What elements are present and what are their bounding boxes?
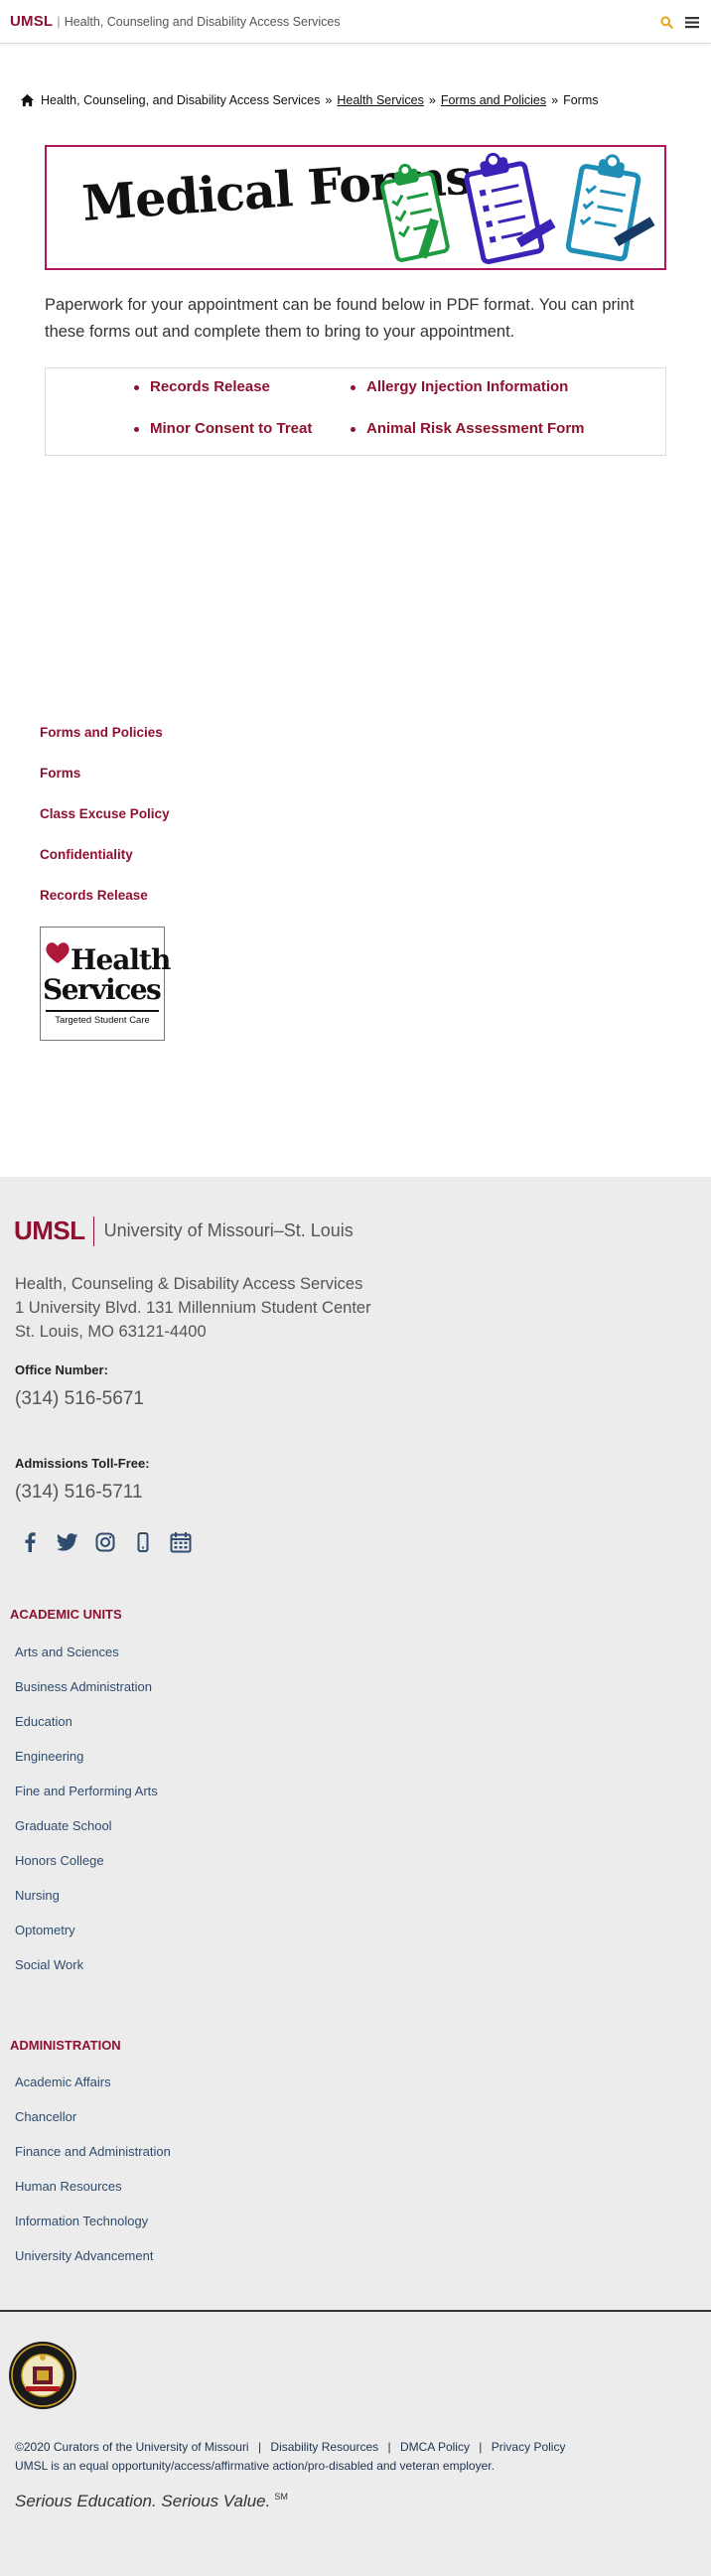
site-footer: UMSL University of Missouri–St. Louis He… bbox=[0, 1177, 711, 2576]
legal-separator: | bbox=[479, 2440, 483, 2454]
service-mark: SM bbox=[274, 2492, 288, 2503]
forms-list: Records Release Allergy Injection Inform… bbox=[45, 367, 666, 456]
social-links bbox=[18, 1530, 193, 1554]
university-seal-icon bbox=[9, 2342, 76, 2409]
administration-link[interactable]: Human Resources bbox=[15, 2178, 171, 2213]
header-actions bbox=[657, 13, 701, 31]
facebook-icon[interactable] bbox=[18, 1530, 42, 1554]
form-link-records-release[interactable]: Records Release bbox=[134, 378, 270, 395]
form-link-allergy-injection[interactable]: Allergy Injection Information bbox=[350, 378, 568, 395]
administration-link[interactable]: Finance and Administration bbox=[15, 2143, 171, 2178]
legal-links-row: ©2020 Curators of the University of Miss… bbox=[15, 2436, 565, 2458]
academic-units-list: Arts and Sciences Business Administratio… bbox=[15, 1644, 158, 1991]
instagram-icon[interactable] bbox=[93, 1530, 117, 1554]
breadcrumb-separator: » bbox=[325, 93, 333, 107]
intro-paragraph: Paperwork for your appointment can be fo… bbox=[45, 296, 635, 341]
logo-rule bbox=[46, 1010, 159, 1012]
slogan-text: Serious Education. Serious Value. bbox=[15, 2492, 271, 2510]
academic-unit-link[interactable]: Graduate School bbox=[15, 1817, 158, 1852]
logo-tagline: Targeted Student Care bbox=[55, 1015, 150, 1026]
administration-link[interactable]: Academic Affairs bbox=[15, 2074, 171, 2108]
administration-link[interactable]: Information Technology bbox=[15, 2213, 171, 2247]
form-link-animal-risk[interactable]: Animal Risk Assessment Form bbox=[351, 420, 585, 437]
legal-separator: | bbox=[257, 2440, 262, 2454]
hamburger-menu-icon[interactable] bbox=[683, 13, 701, 31]
address-line-3: St. Louis, MO 63121-4400 bbox=[15, 1323, 207, 1341]
academic-unit-link[interactable]: Arts and Sciences bbox=[15, 1644, 158, 1678]
logo-word-health: Health bbox=[71, 943, 171, 976]
dmca-policy-link[interactable]: DMCA Policy bbox=[400, 2440, 470, 2454]
breadcrumb-home-link[interactable]: Health, Counseling, and Disability Acces… bbox=[41, 93, 320, 107]
academic-unit-link[interactable]: Social Work bbox=[15, 1956, 158, 1991]
nav-confidentiality[interactable]: Confidentiality bbox=[40, 845, 170, 886]
academic-units-heading: ACADEMIC UNITS bbox=[10, 1607, 122, 1622]
green-clipboard-icon bbox=[380, 163, 450, 262]
administration-list: Academic Affairs Chancellor Finance and … bbox=[15, 2074, 171, 2282]
search-icon[interactable] bbox=[657, 13, 675, 31]
address-line-1: Health, Counseling & Disability Access S… bbox=[15, 1275, 363, 1293]
academic-unit-link[interactable]: Business Administration bbox=[15, 1678, 158, 1713]
breadcrumb-health-services[interactable]: Health Services bbox=[337, 93, 424, 107]
breadcrumb-forms-policies[interactable]: Forms and Policies bbox=[441, 93, 546, 107]
home-icon[interactable] bbox=[20, 93, 35, 107]
administration-link[interactable]: University Advancement bbox=[15, 2247, 171, 2282]
calendar-icon[interactable] bbox=[169, 1530, 193, 1554]
legal-separator: | bbox=[387, 2440, 391, 2454]
admissions-label: Admissions Toll-Free: bbox=[15, 1456, 150, 1471]
academic-unit-link[interactable]: Honors College bbox=[15, 1852, 158, 1887]
nav-class-excuse-policy[interactable]: Class Excuse Policy bbox=[40, 804, 170, 845]
academic-unit-link[interactable]: Engineering bbox=[15, 1748, 158, 1783]
academic-unit-link[interactable]: Nursing bbox=[15, 1887, 158, 1922]
section-nav: Forms and Policies Forms Class Excuse Po… bbox=[40, 723, 170, 927]
heart-icon bbox=[46, 942, 70, 963]
brand-separator: | bbox=[57, 14, 61, 29]
nav-records-release[interactable]: Records Release bbox=[40, 886, 170, 927]
footer-legal: ©2020 Curators of the University of Miss… bbox=[15, 2436, 565, 2474]
health-services-logo: Health Services Targeted Student Care bbox=[40, 927, 171, 1041]
footer-umsl-wordmark: UMSL bbox=[14, 1216, 85, 1245]
footer-logo-divider bbox=[92, 1216, 94, 1246]
breadcrumb-separator: » bbox=[428, 93, 436, 107]
footer-umsl-logo[interactable]: UMSL University of Missouri–St. Louis bbox=[14, 1216, 354, 1246]
equal-opportunity-text: UMSL is an equal opportunity/access/affi… bbox=[15, 2459, 495, 2473]
purple-clipboard-icon bbox=[464, 152, 556, 265]
administration-link[interactable]: Chancellor bbox=[15, 2108, 171, 2143]
academic-unit-link[interactable]: Optometry bbox=[15, 1922, 158, 1956]
breadcrumb-current: Forms bbox=[563, 93, 599, 107]
office-number-label: Office Number: bbox=[15, 1362, 108, 1377]
site-header: UMSL | Health, Counseling and Disability… bbox=[0, 0, 711, 44]
nav-forms-and-policies[interactable]: Forms and Policies bbox=[40, 723, 170, 764]
footer-divider bbox=[0, 2310, 711, 2312]
footer-university-name: University of Missouri–St. Louis bbox=[103, 1220, 354, 1240]
logo-word-services: Services bbox=[43, 973, 162, 1006]
form-link-minor-consent[interactable]: Minor Consent to Treat bbox=[133, 420, 312, 437]
privacy-policy-link[interactable]: Privacy Policy bbox=[492, 2440, 566, 2454]
footer-address: Health, Counseling & Disability Access S… bbox=[15, 1272, 371, 1344]
breadcrumb: Health, Counseling, and Disability Acces… bbox=[20, 93, 599, 107]
address-line-2: 1 University Blvd. 131 Millennium Studen… bbox=[15, 1299, 371, 1317]
office-phone-link[interactable]: (314) 516-5671 bbox=[15, 1388, 144, 1410]
site-title-link[interactable]: Health, Counseling and Disability Access… bbox=[65, 15, 341, 29]
disability-resources-link[interactable]: Disability Resources bbox=[270, 2440, 378, 2454]
breadcrumb-separator: » bbox=[551, 93, 559, 107]
footer-slogan: Serious Education. Serious Value. SM bbox=[15, 2492, 288, 2511]
copyright-text: ©2020 Curators of the University of Miss… bbox=[15, 2440, 249, 2454]
mobile-icon[interactable] bbox=[131, 1530, 155, 1554]
nav-forms[interactable]: Forms bbox=[40, 764, 170, 804]
medical-forms-banner: Medical Forms bbox=[45, 145, 666, 270]
administration-heading: ADMINISTRATION bbox=[10, 2038, 121, 2053]
academic-unit-link[interactable]: Education bbox=[15, 1713, 158, 1748]
twitter-icon[interactable] bbox=[56, 1530, 79, 1554]
academic-unit-link[interactable]: Fine and Performing Arts bbox=[15, 1783, 158, 1817]
admissions-phone-link[interactable]: (314) 516-5711 bbox=[15, 1482, 143, 1503]
umsl-brand-link[interactable]: UMSL bbox=[10, 13, 53, 30]
teal-clipboard-icon bbox=[565, 154, 655, 262]
